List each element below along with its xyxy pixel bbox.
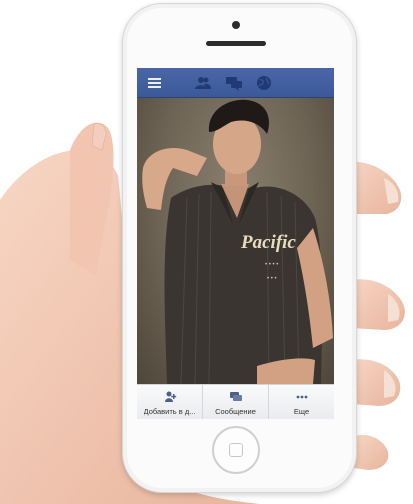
add-friend-label: Добавить в д... bbox=[143, 407, 196, 416]
home-button[interactable] bbox=[212, 426, 260, 474]
home-square-icon bbox=[229, 443, 243, 457]
shirt-print-text: Pacific bbox=[240, 232, 296, 253]
messages-icon[interactable] bbox=[225, 74, 243, 92]
more-icon bbox=[296, 395, 307, 399]
profile-photo[interactable]: Pacific • • • • • • • bbox=[137, 98, 334, 384]
svg-text:• • • •: • • • • bbox=[265, 262, 278, 268]
svg-text:• • •: • • • bbox=[267, 276, 277, 282]
message-icon bbox=[229, 392, 242, 401]
facebook-top-bar bbox=[137, 68, 334, 98]
add-friend-button[interactable]: Добавить в д... bbox=[137, 385, 203, 419]
friends-icon[interactable] bbox=[194, 74, 212, 92]
add-friend-icon bbox=[164, 391, 176, 402]
profile-photo-figure: Pacific • • • • • • • bbox=[142, 99, 333, 384]
more-button[interactable]: Еще bbox=[269, 385, 334, 419]
message-button[interactable]: Сообщение bbox=[203, 385, 269, 419]
globe-icon[interactable] bbox=[255, 74, 273, 92]
front-camera-icon bbox=[232, 21, 240, 29]
more-label: Еще bbox=[293, 407, 310, 416]
phone-screen: Pacific • • • • • • • Добавить в д... Со… bbox=[137, 68, 334, 419]
menu-icon[interactable] bbox=[146, 74, 164, 92]
earpiece-speaker bbox=[206, 41, 266, 46]
message-label: Сообщение bbox=[215, 407, 256, 416]
profile-action-bar: Добавить в д... Сообщение Еще bbox=[137, 384, 334, 419]
